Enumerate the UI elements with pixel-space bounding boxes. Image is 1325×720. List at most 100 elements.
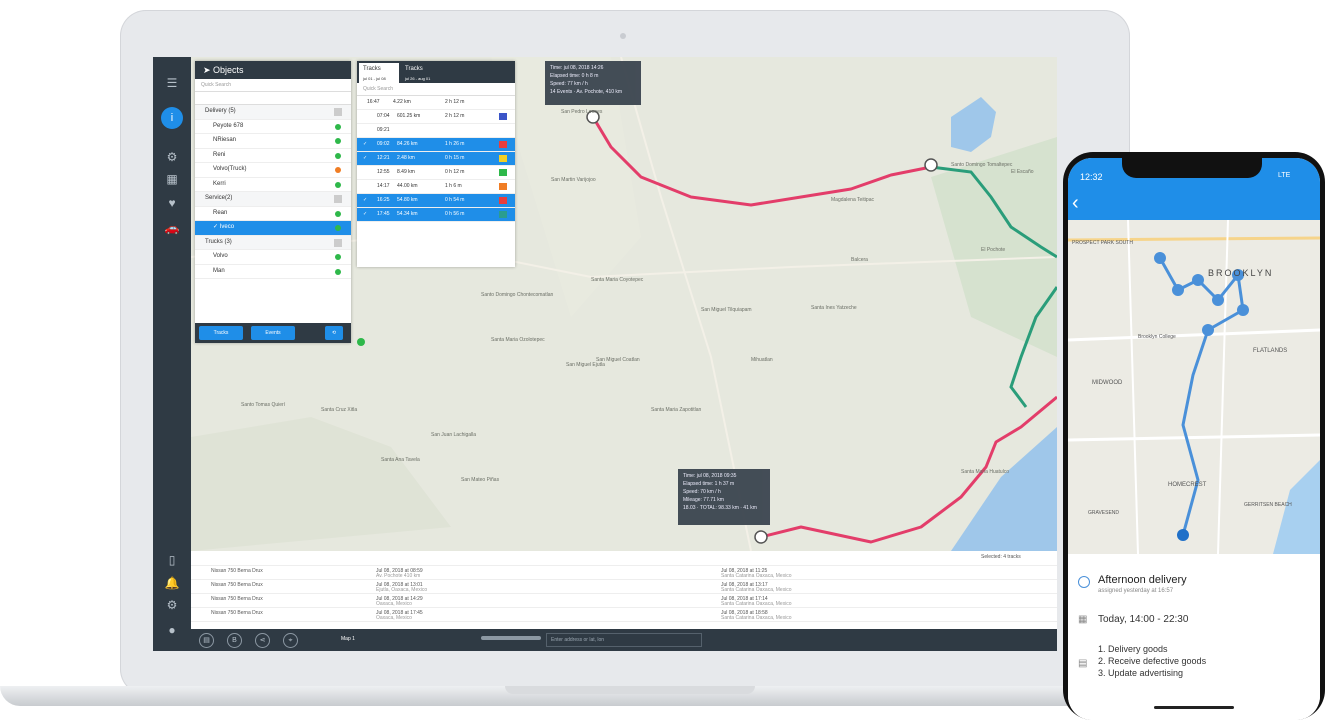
- objects-row[interactable]: Man: [195, 265, 351, 279]
- track-row-selected[interactable]: ✓ 09:02 84.26 km 1 h 26 m: [357, 138, 515, 152]
- place-label: El Escaño: [1011, 169, 1034, 175]
- task-title: Afternoon delivery: [1098, 574, 1187, 586]
- track-time: 09:02: [377, 141, 390, 147]
- track-distance: 8.49 km: [397, 169, 415, 175]
- track-duration: 0 h 15 m: [445, 155, 465, 161]
- tab-tracks-2[interactable]: Tracks jul 26 - aug 01: [401, 63, 445, 83]
- tooltip-line: 14 Events · Av. Pochote, 410 km: [550, 89, 623, 95]
- status-dot: [335, 123, 341, 130]
- home-indicator[interactable]: [1154, 706, 1234, 709]
- back-arrow-icon[interactable]: ‹: [1072, 192, 1079, 215]
- zoom-slider[interactable]: [481, 636, 541, 640]
- objects-row[interactable]: Reni: [195, 149, 351, 163]
- tab-tracks-1[interactable]: Tracks jul 01 - jul 08: [359, 63, 399, 83]
- bell-icon[interactable]: 🔔: [164, 575, 180, 591]
- address-search-input[interactable]: Enter address or lat, lon: [546, 633, 702, 647]
- track-distance: 44.00 km: [397, 183, 418, 189]
- map-tab-label[interactable]: Map 1: [341, 636, 355, 642]
- track-row[interactable]: 12:55 8.49 km 0 h 12 m: [357, 166, 515, 180]
- phone-map[interactable]: PROSPECT PARK SOUTH BROOKLYN Brooklyn Co…: [1068, 220, 1320, 554]
- table-row[interactable]: Nissan 750 Berna Drux Jul 08, 2018 at 14:…: [191, 593, 1057, 608]
- objects-search-input[interactable]: Quick Search: [195, 79, 351, 92]
- selected-count: Selected: 4 tracks: [981, 554, 1021, 560]
- objects-row[interactable]: Volvo(Truck): [195, 163, 351, 178]
- track-point-tooltip: Time: jul 08, 2018 14:26 Elapsed time: 0…: [545, 61, 641, 105]
- help-icon[interactable]: ●: [164, 622, 180, 638]
- place-label: Santa Maria Huatulco: [961, 469, 1010, 475]
- objects-row[interactable]: Rean: [195, 207, 351, 221]
- events-table: Selected: 4 tracks Nissan 750 Berna Drux…: [191, 551, 1057, 629]
- objects-row-selected[interactable]: ✓ Iveco: [195, 221, 351, 236]
- objects-header: ➤ Objects: [195, 61, 351, 79]
- place-label: San Pedro Leones: [561, 109, 603, 115]
- group-checkbox[interactable]: [334, 108, 342, 116]
- event-end-address: Santa Catarina Oaxaca, Mexico: [721, 615, 792, 621]
- objects-toolbar[interactable]: [195, 92, 351, 105]
- track-row[interactable]: 14:17 44.00 km 1 h 6 m: [357, 180, 515, 194]
- track-duration: 0 h 12 m: [445, 169, 465, 175]
- layers-icon[interactable]: ▤: [199, 633, 214, 648]
- event-object: Nissan 750 Berna Drux: [211, 596, 263, 602]
- track-color-swatch: [499, 155, 507, 162]
- track-row-selected[interactable]: ✓ 12:21 2.48 km 0 h 15 m: [357, 152, 515, 166]
- location-pin-icon[interactable]: ⌖: [283, 633, 298, 648]
- objects-panel: ➤ Objects Quick Search Delivery (5) Peyo…: [195, 61, 351, 343]
- info-icon[interactable]: B: [227, 633, 242, 648]
- table-row[interactable]: Nissan 750 Berna Drux Jul 08, 2018 at 13:…: [191, 579, 1057, 594]
- task-card[interactable]: Afternoon delivery assigned yesterday at…: [1068, 554, 1320, 720]
- settings-icon[interactable]: ⚙: [164, 149, 180, 165]
- events-button[interactable]: Events: [251, 326, 295, 340]
- track-row[interactable]: 09:21: [357, 124, 515, 138]
- report-icon[interactable]: ▦: [164, 171, 180, 187]
- phone-icon[interactable]: ▯: [164, 552, 180, 568]
- avatar[interactable]: i: [161, 107, 183, 129]
- place-label: San Juan Lachigalla: [431, 432, 477, 438]
- objects-group-row[interactable]: Trucks (3): [195, 235, 351, 250]
- group-checkbox[interactable]: [334, 238, 342, 247]
- track-time: 07:04: [377, 113, 390, 119]
- row-label: Peyote 678: [213, 122, 244, 129]
- track-color-swatch: [499, 183, 507, 190]
- group-checkbox[interactable]: [334, 195, 342, 203]
- objects-row[interactable]: NRiesan: [195, 134, 351, 149]
- objects-row[interactable]: Kerri: [195, 178, 351, 192]
- place-label: San Miguel Coatlan: [596, 357, 640, 363]
- objects-row[interactable]: Volvo: [195, 250, 351, 265]
- share-icon[interactable]: ⋖: [255, 633, 270, 648]
- track-row[interactable]: 07:04 601.25 km 2 h 12 m: [357, 110, 515, 124]
- notifications-icon[interactable]: ♥: [164, 195, 180, 211]
- track-row[interactable]: 16:47 4.22 km 2 h 12 m: [357, 96, 515, 110]
- map-label: GRAVESEND: [1088, 510, 1120, 516]
- phone-notch: [1122, 158, 1262, 178]
- objects-group-row[interactable]: Delivery (5): [195, 105, 351, 120]
- objects-group-row[interactable]: Service(2): [195, 192, 351, 207]
- calendar-icon: ▦: [1078, 614, 1088, 625]
- menu-icon[interactable]: ☰: [164, 75, 180, 91]
- row-label: Reni: [213, 151, 226, 158]
- row-label: Service(2): [205, 195, 233, 201]
- track-duration: 1 h 6 m: [445, 183, 462, 189]
- tracks-button[interactable]: Tracks: [199, 326, 243, 340]
- status-dot: [335, 152, 341, 159]
- place-label: Mihuatlan: [751, 357, 773, 363]
- track-row-selected[interactable]: ✓ 17:45 54.34 km 0 h 56 m: [357, 208, 515, 222]
- status-dot: [335, 225, 341, 231]
- gear-icon[interactable]: ⚙: [164, 597, 180, 613]
- row-label: NRiesan: [213, 137, 237, 143]
- track-time: 17:45: [377, 211, 390, 217]
- place-label: Santo Domingo Tomaltepec: [951, 162, 1013, 168]
- laptop-screen: ☰ i ⚙ ▦ ♥ 🚗 ▯ 🔔 ⚙ ● San Pedro Leones San…: [153, 57, 1057, 651]
- objects-footer: Tracks Events ⟲: [195, 323, 351, 343]
- vehicle-icon[interactable]: 🚗: [164, 220, 180, 236]
- clipboard-icon: ▤: [1078, 658, 1088, 669]
- tracks-search-input[interactable]: Quick Search: [357, 83, 515, 96]
- history-icon[interactable]: ⟲: [325, 326, 343, 340]
- task-schedule: Today, 14:00 - 22:30: [1098, 614, 1189, 625]
- objects-row[interactable]: Peyote 678: [195, 120, 351, 134]
- row-label: Man: [213, 267, 225, 274]
- track-row-selected[interactable]: ✓ 16:25 54.80 km 0 h 54 m: [357, 194, 515, 208]
- table-row[interactable]: Nissan 750 Berna Drux Jul 08, 2018 at 17:…: [191, 607, 1057, 622]
- place-label: Santa Ines Yatzeche: [811, 305, 857, 311]
- table-row[interactable]: Nissan 750 Berna Drux Jul 08, 2018 at 08:…: [191, 565, 1057, 580]
- place-label: Santa Maria Zapotitlan: [651, 407, 702, 413]
